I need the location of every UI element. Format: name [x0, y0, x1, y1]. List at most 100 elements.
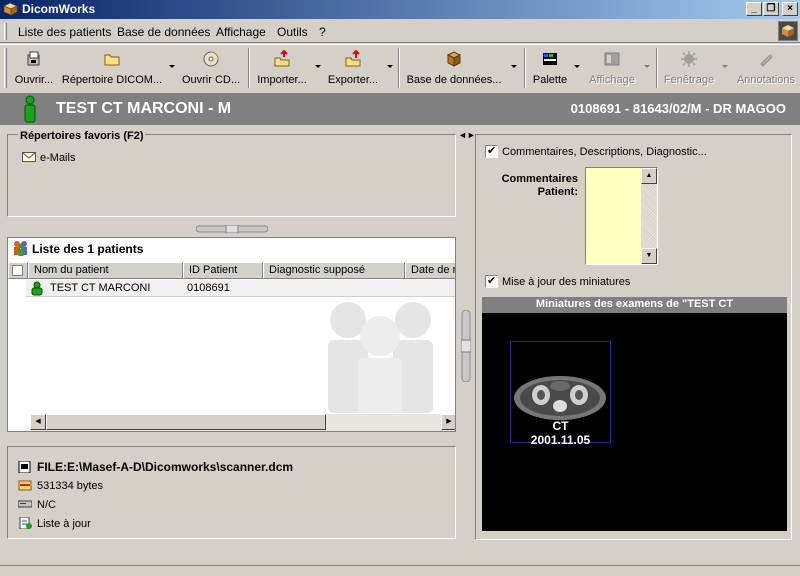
open-button[interactable]: Ouvrir... — [12, 47, 56, 89]
dicom-directory-dropdown[interactable] — [169, 65, 175, 68]
window-title: DicomWorks — [22, 2, 96, 16]
patients-watermark-icon — [328, 302, 433, 413]
title-bar: DicomWorks _ ❐ × — [0, 0, 800, 19]
comments-checkbox-row[interactable]: Commentaires, Descriptions, Diagnostic..… — [485, 144, 707, 158]
export-dropdown[interactable] — [387, 65, 393, 68]
column-header-id[interactable]: ID Patient — [183, 262, 263, 279]
column-header-name[interactable]: Nom du patient — [28, 262, 183, 279]
patient-header: TEST CT MARCONI - M 0108691 - 81643/02/M… — [0, 93, 800, 125]
menu-outils[interactable]: Outils — [277, 25, 308, 39]
open-file-icon — [27, 51, 40, 66]
patient-list-title: Liste des 1 patients — [32, 242, 144, 256]
favorites-title: Répertoires favoris (F2) — [18, 130, 146, 142]
column-header-date[interactable]: Date de n — [405, 262, 455, 279]
file-info-panel: FILE:E:\Masef-A-D\Dicomworks\scanner.dcm… — [7, 446, 456, 539]
thumbnails-checkbox-row[interactable]: Mise à jour des miniatures — [485, 274, 630, 288]
palette-dropdown[interactable] — [574, 65, 580, 68]
folder-icon — [104, 54, 120, 66]
open-cd-button[interactable]: Ouvrir CD... — [180, 47, 242, 89]
comment-label: Commentaires Patient: — [501, 173, 578, 198]
thumbnails-header: Miniatures des examens de "TEST CT — [482, 297, 787, 313]
menu-bar: Liste des patients Base de données Affic… — [0, 21, 800, 43]
patient-name: TEST CT MARCONI - M — [56, 100, 232, 117]
import-icon — [274, 50, 290, 67]
select-all-checkbox[interactable] — [8, 262, 28, 279]
scroll-up-button[interactable]: ▲ — [641, 168, 657, 184]
comments-checkbox-label: Commentaires, Descriptions, Diagnostic..… — [502, 146, 707, 158]
mail-icon — [22, 152, 36, 162]
vertical-splitter[interactable] — [460, 309, 472, 383]
export-icon — [345, 50, 361, 67]
windowing-dropdown[interactable] — [722, 65, 728, 68]
patients-group-icon — [14, 241, 27, 256]
patient-list-panel: Liste des 1 patients Nom du patient ID P… — [7, 237, 456, 432]
close-button[interactable]: × — [782, 2, 798, 16]
comment-scrollbar[interactable]: ▲ ▼ — [641, 168, 657, 264]
app-box-icon — [3, 2, 18, 16]
thumbnails-checkbox[interactable] — [485, 274, 498, 288]
column-headers: Nom du patient ID Patient Diagnostic sup… — [8, 262, 455, 279]
palette-icon — [543, 53, 557, 65]
file-size-icon — [18, 480, 32, 491]
horizontal-scrollbar[interactable]: ◀ ▶ — [30, 414, 455, 431]
exam-thumbnail[interactable]: CT 2001.11.05 — [510, 341, 611, 447]
toolbar: Ouvrir... Répertoire DICOM... Ouvrir CD.… — [0, 44, 800, 90]
drive-label: N/C — [37, 499, 56, 511]
import-button[interactable]: Importer... — [254, 47, 310, 89]
scroll-left-button[interactable]: ◀ — [30, 414, 46, 430]
minimize-button[interactable]: _ — [746, 2, 762, 16]
patient-info: 0108691 - 81643/02/M - DR MAGOO — [570, 101, 786, 116]
thumbnail-date: 2001.11.05 — [530, 433, 591, 447]
file-size: 531334 bytes — [37, 480, 104, 492]
restore-button[interactable]: ❐ — [763, 2, 779, 16]
cell-patient-name: TEST CT MARCONI — [50, 282, 151, 294]
toolbar-separator — [398, 48, 400, 88]
toolbar-grip — [4, 48, 7, 88]
column-header-diagnostic[interactable]: Diagnostic supposé — [263, 262, 405, 279]
menu-grip — [4, 23, 7, 40]
thumbnail-modality: CT — [552, 419, 569, 433]
windowing-button[interactable]: Fenêtrage — [662, 47, 716, 89]
app-logo-icon — [778, 21, 798, 41]
ct-scan-image — [514, 376, 606, 420]
scroll-thumb[interactable] — [46, 414, 326, 430]
database-button[interactable]: Base de données... — [404, 47, 504, 89]
favorites-panel: Répertoires favoris (F2) e-Mails — [7, 130, 456, 217]
file-path: FILE:E:\Masef-A-D\Dicomworks\scanner.dcm — [37, 460, 294, 474]
database-icon — [446, 51, 462, 67]
patient-comment-field[interactable]: ▲ ▼ — [585, 167, 658, 265]
cd-icon — [203, 51, 219, 67]
dicom-file-icon — [18, 461, 31, 473]
list-refresh-icon — [19, 517, 32, 529]
menu-base-donnees[interactable]: Base de données — [117, 25, 210, 39]
collapse-arrows-icon[interactable]: ◄► — [458, 130, 476, 140]
table-row[interactable]: TEST CT MARCONI 0108691 — [26, 280, 455, 297]
toolbar-separator — [656, 48, 658, 88]
patient-person-icon — [31, 281, 43, 296]
status-bar — [0, 565, 800, 576]
database-dropdown[interactable] — [511, 65, 517, 68]
menu-liste-patients[interactable]: Liste des patients — [18, 25, 111, 39]
display-dropdown[interactable] — [644, 65, 650, 68]
display-icon — [604, 52, 620, 66]
toolbar-separator — [248, 48, 250, 88]
export-button[interactable]: Exporter... — [324, 47, 382, 89]
windowing-icon — [681, 51, 697, 67]
favorite-item-emails[interactable]: e-Mails — [22, 152, 75, 164]
favorite-label: e-Mails — [40, 152, 76, 164]
menu-affichage[interactable]: Affichage — [216, 25, 266, 39]
patient-person-icon — [24, 95, 36, 123]
horizontal-splitter[interactable] — [195, 224, 269, 234]
annotations-icon — [760, 53, 774, 67]
scroll-down-button[interactable]: ▼ — [641, 248, 657, 264]
display-button[interactable]: Affichage — [585, 47, 639, 89]
thumbnails-area: CT 2001.11.05 — [482, 313, 787, 531]
scroll-right-button[interactable]: ▶ — [441, 414, 455, 430]
menu-help[interactable]: ? — [319, 25, 326, 39]
drive-icon — [18, 500, 32, 508]
dicom-directory-button[interactable]: Répertoire DICOM... — [60, 47, 164, 89]
comments-checkbox[interactable] — [485, 144, 498, 158]
import-dropdown[interactable] — [315, 65, 321, 68]
palette-button[interactable]: Palette — [530, 47, 570, 89]
annotations-button[interactable]: Annotations — [734, 47, 798, 89]
